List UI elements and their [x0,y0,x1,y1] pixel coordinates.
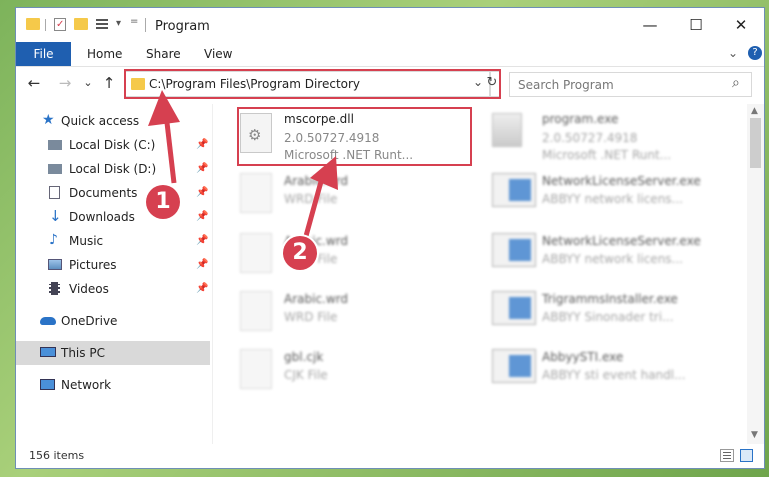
arrow-2-shaft [303,177,325,237]
explorer-window: ✓ ▾ = Program — ☐ ✕ File Home Share View… [15,7,765,469]
annotation-marker-1: 1 [146,185,180,219]
arrow-1-head [148,90,180,126]
annotation-arrows [148,90,338,237]
annotation-marker-2: 2 [283,236,317,270]
arrow-2-head [310,156,338,190]
arrow-1-shaft [163,113,177,184]
